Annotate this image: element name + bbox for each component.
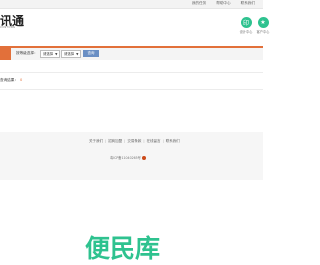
chevron-down-icon: ▼ [76, 52, 79, 56]
police-badge-icon [141, 155, 146, 160]
top-links: 我的任务 帮助中心 联系我们 [192, 1, 255, 6]
top-link-help[interactable]: 帮助中心 [216, 1, 230, 6]
design-center-link[interactable]: 印 设计中心 [239, 17, 253, 34]
footer-link-contact[interactable]: 联系我们 [164, 139, 182, 144]
footer-links: 关于我们 | 招商加盟 | 交易条款 | 在线留言 | 联系我们 [87, 139, 182, 144]
divider [0, 72, 263, 73]
filter-bar: 按等级选择： 请选择 ▼ 请选择 ▼ 查询 [0, 46, 263, 60]
customer-center-link[interactable]: ★ 客户中心 [256, 17, 270, 34]
customer-center-label: 客户中心 [256, 30, 270, 34]
footer-link-terms[interactable]: 交易条款 [125, 139, 143, 144]
logo-sub-text: XUNTONG [0, 26, 16, 29]
top-bar: 我的任务 帮助中心 联系我们 [0, 0, 263, 9]
footer-link-message[interactable]: 在线留言 [145, 139, 163, 144]
site-logo[interactable]: 讯通 XUNTONG [0, 15, 30, 29]
filter-label: 按等级选择： [16, 51, 38, 55]
icp-record: 粤ICP备11040265号 [110, 155, 146, 160]
divider [0, 89, 263, 90]
results-count: 0 [19, 78, 23, 82]
level-select-2[interactable]: 请选择 ▼ [61, 50, 82, 58]
filter-accent-strip [0, 48, 11, 60]
results-summary: 查询结果： 0 [0, 78, 22, 83]
footer: 关于我们 | 招商加盟 | 交易条款 | 在线留言 | 联系我们 粤ICP备11… [0, 132, 263, 180]
design-center-label: 设计中心 [239, 30, 253, 34]
top-link-contact[interactable]: 联系我们 [241, 1, 255, 6]
footer-link-about[interactable]: 关于我们 [87, 139, 105, 144]
level-select-1[interactable]: 请选择 ▼ [40, 50, 61, 58]
brand-watermark: 便民库 [85, 234, 161, 263]
results-label: 查询结果： [0, 78, 18, 82]
chevron-down-icon: ▼ [55, 52, 58, 56]
footer-link-join[interactable]: 招商加盟 [106, 139, 124, 144]
top-link-tasks[interactable]: 我的任务 [192, 1, 206, 6]
query-button[interactable]: 查询 [83, 50, 99, 57]
icp-text[interactable]: 粤ICP备11040265号 [110, 155, 141, 160]
star-icon: ★ [257, 17, 269, 28]
seal-icon: 印 [240, 17, 252, 28]
